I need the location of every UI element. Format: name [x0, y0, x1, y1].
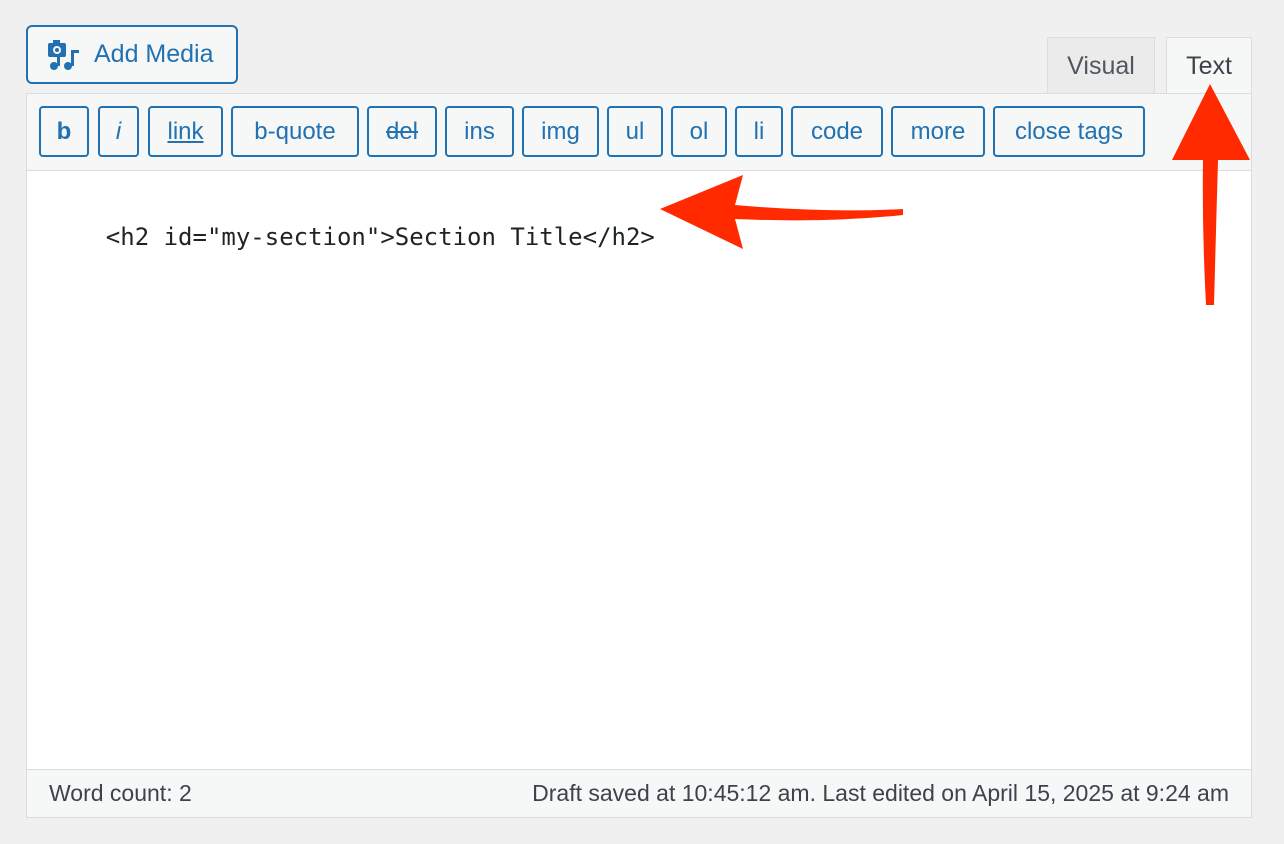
tab-text-label: Text: [1186, 52, 1232, 80]
qt-more-label: more: [910, 117, 966, 145]
qt-italic-label: i: [115, 117, 122, 145]
qt-ol-button[interactable]: ol: [671, 106, 727, 157]
qt-ins-button[interactable]: ins: [445, 106, 514, 157]
word-count: Word count: 2: [49, 780, 192, 806]
qt-ol-label: ol: [689, 117, 709, 145]
text-editor: b i link b-quote del ins img ul ol li co…: [26, 93, 1252, 818]
qt-close-tags-button[interactable]: close tags: [993, 106, 1145, 157]
tab-text[interactable]: Text: [1166, 37, 1252, 95]
qt-ul-button[interactable]: ul: [607, 106, 663, 157]
qt-italic-button[interactable]: i: [98, 106, 139, 157]
qt-close-tags-label: close tags: [1014, 117, 1124, 145]
qt-ul-label: ul: [625, 117, 645, 145]
qt-link-label: link: [167, 117, 204, 145]
qt-bold-label: b: [56, 117, 72, 145]
qt-li-label: li: [753, 117, 765, 145]
add-media-button[interactable]: Add Media: [26, 25, 238, 84]
qt-bquote-label: b-quote: [254, 117, 336, 145]
qt-img-label: img: [541, 117, 580, 145]
qt-del-button[interactable]: del: [367, 106, 437, 157]
tab-visual-label: Visual: [1067, 51, 1135, 80]
qt-code-button[interactable]: code: [791, 106, 883, 157]
quicktags-toolbar: b i link b-quote del ins img ul ol li co…: [27, 94, 1251, 171]
content-textarea[interactable]: <h2 id="my-section">Section Title</h2>: [48, 195, 1231, 279]
qt-ins-label: ins: [464, 117, 495, 145]
qt-li-button[interactable]: li: [735, 106, 783, 157]
add-media-label: Add Media: [94, 40, 214, 68]
draft-saved-status: Draft saved at 10:45:12 am. Last edited …: [532, 780, 1229, 806]
qt-bold-button[interactable]: b: [39, 106, 89, 157]
tab-visual[interactable]: Visual: [1047, 37, 1155, 94]
qt-code-label: code: [810, 117, 864, 145]
qt-more-button[interactable]: more: [891, 106, 985, 157]
content-text: <h2 id="my-section">Section Title</h2>: [105, 223, 655, 251]
status-bar: Word count: 2 Draft saved at 10:45:12 am…: [27, 769, 1251, 817]
media-camera-music-icon: [48, 39, 79, 70]
qt-link-button[interactable]: link: [148, 106, 223, 157]
qt-bquote-button[interactable]: b-quote: [231, 106, 359, 157]
qt-del-label: del: [385, 117, 419, 145]
qt-img-button[interactable]: img: [522, 106, 599, 157]
